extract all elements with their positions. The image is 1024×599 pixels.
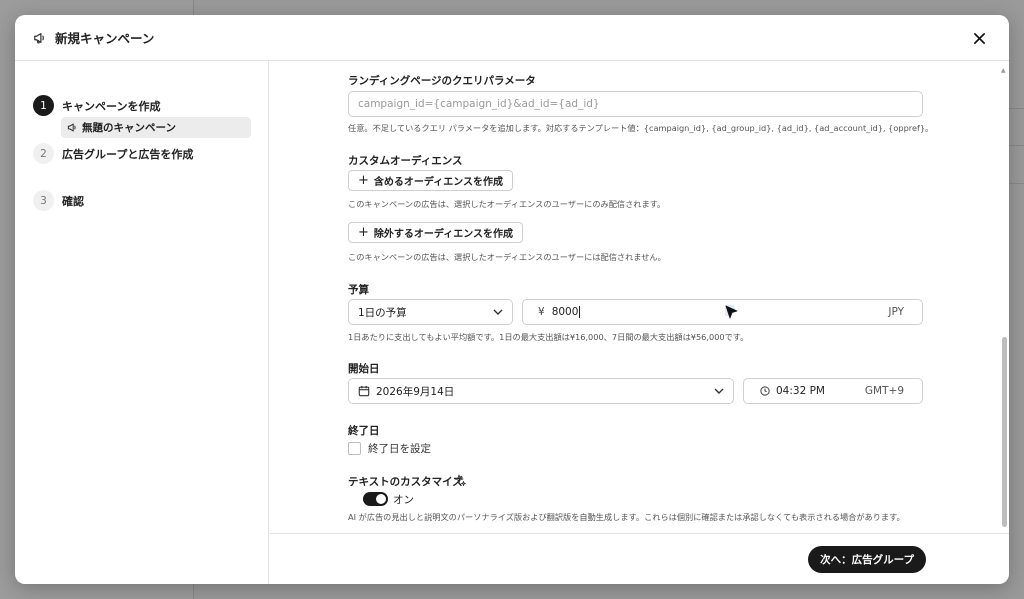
new-campaign-modal: 新規キャンペーン 1 キャンペーンを作成 無題のキャンペーン 2 広告グループと…	[15, 15, 1009, 584]
chevron-down-icon	[714, 388, 724, 394]
plus-icon: +	[358, 173, 369, 188]
query-params-placeholder: campaign_id={campaign_id}&ad_id={ad_id}	[358, 98, 600, 110]
start-date-picker[interactable]: 2026年9月14日	[348, 378, 734, 404]
include-audience-button[interactable]: + 含めるオーディエンスを作成	[348, 170, 514, 191]
next-ad-group-button[interactable]: 次へ：広告グループ	[808, 546, 926, 573]
toggle-state-label: オン	[393, 494, 414, 506]
start-time-picker[interactable]: 04:32 PM GMT+9	[743, 378, 923, 404]
megaphone-icon	[67, 123, 76, 132]
exclude-audience-label: 除外するオーディエンスを作成	[373, 229, 514, 240]
content-scrollbar[interactable]: ▲	[1001, 67, 1007, 532]
start-date-value: 2026年9月14日	[376, 385, 455, 398]
query-params-help: 任意。不足しているクエリ パラメータを追加します。対応するテンプレート値：{ca…	[348, 123, 934, 133]
plus-icon: +	[358, 225, 369, 240]
clock-icon	[760, 386, 770, 396]
currency-code: JPY	[888, 306, 904, 318]
step-label: 広告グループと広告を作成	[62, 147, 194, 161]
include-audience-help: このキャンペーンの広告は、選択したオーディエンスのユーザーにのみ配信されます。	[348, 199, 666, 209]
step-label: 確認	[62, 194, 84, 208]
text-customize-label: テキストのカスタマイズ	[348, 476, 463, 488]
step-label: キャンペーンを作成	[62, 99, 161, 113]
query-params-label: ランディングページのクエリパラメータ	[348, 75, 536, 87]
end-date-checkbox[interactable]	[348, 442, 361, 455]
custom-audience-label: カスタムオーディエンス	[348, 155, 463, 167]
modal-title: 新規キャンペーン	[55, 31, 155, 46]
scroll-thumb[interactable]	[1002, 337, 1007, 527]
step-number: 1	[33, 95, 54, 116]
budget-help: 1日あたりに支出してもよい平均額です。1日の最大支出額は¥16,000、7日間の…	[348, 332, 749, 342]
close-button[interactable]	[969, 28, 989, 48]
step-navigation: 1 キャンペーンを作成 無題のキャンペーン 2 広告グループと広告を作成 3 確…	[15, 61, 269, 584]
include-audience-label: 含めるオーディエンスを作成	[373, 177, 504, 188]
mouse-cursor-icon	[725, 305, 738, 319]
budget-amount-value: 8000	[551, 306, 579, 318]
close-icon	[973, 32, 985, 44]
substep-label: 無題のキャンペーン	[82, 122, 176, 134]
text-customize-toggle[interactable]	[363, 492, 388, 506]
text-caret	[579, 306, 581, 318]
budget-type-value: 1日の予算	[358, 306, 407, 319]
substep-untitled-campaign[interactable]: 無題のキャンペーン	[61, 117, 251, 138]
exclude-audience-button[interactable]: + 除外するオーディエンスを作成	[348, 222, 524, 243]
timezone-value: GMT+9	[864, 385, 904, 397]
step-review[interactable]: 3 確認	[33, 190, 84, 211]
sparkle-icon	[454, 474, 466, 486]
chevron-down-icon	[493, 309, 503, 315]
step-create-ad-group[interactable]: 2 広告グループと広告を作成	[33, 143, 193, 164]
step-number: 3	[33, 190, 54, 211]
campaign-form: ランディングページのクエリパラメータ campaign_id={campaign…	[270, 61, 1009, 533]
modal-header: 新規キャンペーン	[15, 15, 1009, 61]
start-date-label: 開始日	[348, 363, 380, 375]
scroll-up-arrow-icon[interactable]: ▲	[1001, 67, 1006, 74]
step-create-campaign[interactable]: 1 キャンペーンを作成	[33, 95, 160, 116]
text-customize-help: AI が広告の見出しと説明文のパーソナライズ版および翻訳版を自動生成します。これ…	[348, 512, 905, 522]
start-time-value: 04:32 PM	[776, 385, 825, 397]
budget-amount-input[interactable]: ¥ 8000 JPY	[522, 299, 923, 325]
currency-symbol: ¥	[538, 306, 545, 318]
modal-footer: 次へ：広告グループ	[270, 533, 1009, 584]
end-date-checkbox-label[interactable]: 終了日を設定	[368, 441, 431, 456]
end-date-label: 終了日	[348, 425, 380, 437]
query-params-input[interactable]: campaign_id={campaign_id}&ad_id={ad_id}	[348, 91, 923, 117]
budget-type-select[interactable]: 1日の予算	[348, 299, 513, 325]
megaphone-icon	[33, 30, 49, 46]
exclude-audience-help: このキャンペーンの広告は、選択したオーディエンスのユーザーには配信されません。	[348, 252, 666, 262]
budget-label: 予算	[348, 284, 369, 296]
calendar-icon	[358, 385, 370, 397]
toggle-knob	[376, 494, 386, 504]
step-number: 2	[33, 143, 54, 164]
